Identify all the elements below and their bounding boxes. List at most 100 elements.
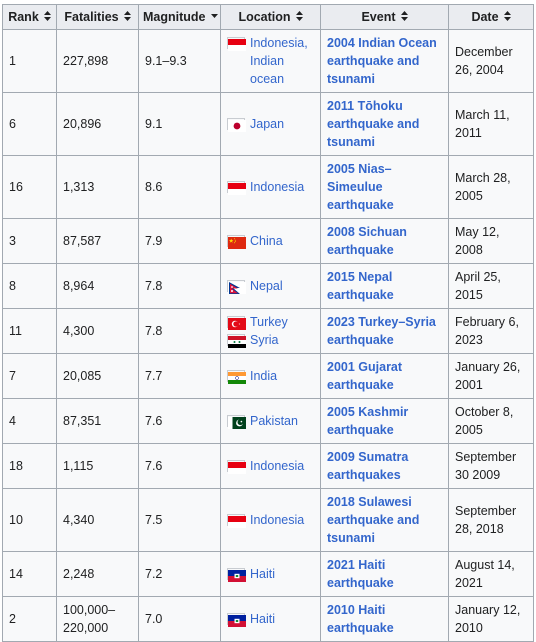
header-location-label: Location <box>238 9 291 24</box>
table-body: 1 227,898 9.1–9.3 Indonesia, Indian ocean 20… <box>2 29 534 642</box>
event-link[interactable]: 2018 Sulawesi earthquake and tsunami <box>327 495 419 545</box>
location-link[interactable]: Haiti <box>250 565 275 583</box>
magnitude-cell: 7.5 <box>138 488 221 552</box>
fatalities-value: 220,000 <box>63 621 109 635</box>
fatalities-value: 8,964 <box>63 279 95 293</box>
rank-cell: 7 <box>2 353 57 399</box>
location-cell: Indonesia <box>220 488 321 552</box>
sort-descending-icon[interactable] <box>210 10 218 24</box>
fatalities-cell: 4,340 <box>56 488 139 552</box>
date-cell: December 26, 2004 <box>448 29 534 93</box>
event-cell: 2015 Nepal earthquake <box>320 263 449 309</box>
date-cell: October 8, 2005 <box>448 398 534 444</box>
location-link[interactable]: China <box>250 232 283 250</box>
fatalities-cell: 20,896 <box>56 92 139 156</box>
event-cell: 2005 Nias–Simeulue earthquake <box>320 155 449 219</box>
location-link[interactable]: Turkey <box>250 313 288 331</box>
date-cell: February 6, 2023 <box>448 308 534 354</box>
header-event[interactable]: Event <box>320 4 449 30</box>
event-cell: 2001 Gujarat earthquake <box>320 353 449 399</box>
event-link[interactable]: 2023 Turkey–Syria earthquake <box>327 315 436 347</box>
sort-both-icon[interactable] <box>503 10 511 24</box>
header-rank-label: Rank <box>8 9 39 24</box>
event-cell: 2009 Sumatra earthquakes <box>320 443 449 489</box>
fatalities-value: 100,000– <box>63 603 116 617</box>
location-cell: Japan <box>220 92 321 156</box>
table-row: 14 2,248 7.2 Haiti 2021 Haiti earthquake Augu… <box>2 551 534 597</box>
haiti-flag-icon <box>227 568 246 582</box>
turkey-flag-icon <box>227 316 246 330</box>
sort-both-icon[interactable] <box>43 10 51 24</box>
table-row: 11 4,300 7.8 Turkey Syria 2023 Turkey–Syria e… <box>2 308 534 354</box>
header-row: Rank Fatalities Magnitude Location Event… <box>2 4 534 30</box>
event-link[interactable]: 2021 Haiti earthquake <box>327 558 394 590</box>
nepal-flag-icon <box>227 280 246 294</box>
event-link[interactable]: 2001 Gujarat earthquake <box>327 360 402 392</box>
rank-cell: 4 <box>2 398 57 444</box>
table-row: 4 87,351 7.6 Pakistan 2005 Kashmir earthquak… <box>2 398 534 444</box>
header-rank[interactable]: Rank <box>2 4 57 30</box>
event-link[interactable]: 2010 Haiti earthquake <box>327 603 394 635</box>
header-magnitude[interactable]: Magnitude <box>138 4 221 30</box>
location-link[interactable]: Indonesia <box>250 511 304 529</box>
table-row: 2 100,000– 220,000 7.0 Haiti 2010 Haiti earth… <box>2 596 534 642</box>
location-link[interactable]: India <box>250 367 277 385</box>
magnitude-cell: 7.7 <box>138 353 221 399</box>
event-link[interactable]: 2004 Indian Ocean earthquake and tsunami <box>327 36 437 86</box>
event-link[interactable]: 2015 Nepal earthquake <box>327 270 394 302</box>
location-link[interactable]: Pakistan <box>250 412 298 430</box>
event-cell: 2005 Kashmir earthquake <box>320 398 449 444</box>
location-cell: Turkey Syria <box>220 308 321 354</box>
rank-cell: 18 <box>2 443 57 489</box>
header-fatalities[interactable]: Fatalities <box>56 4 139 30</box>
magnitude-cell: 7.6 <box>138 443 221 489</box>
rank-cell: 11 <box>2 308 57 354</box>
sort-both-icon[interactable] <box>400 10 408 24</box>
rank-cell: 2 <box>2 596 57 642</box>
event-link[interactable]: 2011 Tōhoku earthquake and tsunami <box>327 99 419 149</box>
table-row: 16 1,313 8.6 Indonesia 2005 Nias–Simeulue ea… <box>2 155 534 219</box>
location-link[interactable]: Japan <box>250 115 284 133</box>
location-link[interactable]: Indonesia <box>250 457 304 475</box>
fatalities-cell: 2,248 <box>56 551 139 597</box>
location-cell: Indonesia, Indian ocean <box>220 29 321 93</box>
fatalities-value: 1,115 <box>63 459 94 473</box>
haiti-flag-icon <box>227 613 246 627</box>
rank-cell: 8 <box>2 263 57 309</box>
event-link[interactable]: 2005 Kashmir earthquake <box>327 405 408 437</box>
location-link[interactable]: Syria <box>250 331 278 349</box>
fatalities-value: 87,587 <box>63 234 102 248</box>
date-cell: September 30 2009 <box>448 443 534 489</box>
date-cell: January 12, 2010 <box>448 596 534 642</box>
fatalities-cell: 4,300 <box>56 308 139 354</box>
event-link[interactable]: 2009 Sumatra earthquakes <box>327 450 408 482</box>
table-row: 3 87,587 7.9 China 2008 Sichuan earthquake Ma… <box>2 218 534 264</box>
location-link[interactable]: Haiti <box>250 610 275 628</box>
sort-both-icon[interactable] <box>123 10 131 24</box>
magnitude-cell: 7.0 <box>138 596 221 642</box>
event-cell: 2004 Indian Ocean earthquake and tsunami <box>320 29 449 93</box>
header-location[interactable]: Location <box>220 4 321 30</box>
magnitude-cell: 7.6 <box>138 398 221 444</box>
location-link[interactable]: Indonesia, Indian ocean <box>250 34 314 88</box>
table-row: 6 20,896 9.1 Japan 2011 Tōhoku earthquake an… <box>2 92 534 156</box>
syria-flag-icon <box>227 334 246 348</box>
fatalities-cell: 227,898 <box>56 29 139 93</box>
location-link[interactable]: Indonesia <box>250 178 304 196</box>
event-cell: 2023 Turkey–Syria earthquake <box>320 308 449 354</box>
japan-flag-icon <box>227 118 246 132</box>
location-cell: Pakistan <box>220 398 321 444</box>
header-date-label: Date <box>471 9 499 24</box>
header-date[interactable]: Date <box>448 4 534 30</box>
location-cell: Indonesia <box>220 443 321 489</box>
header-event-label: Event <box>361 9 396 24</box>
sort-both-icon[interactable] <box>295 10 303 24</box>
magnitude-cell: 9.1–9.3 <box>138 29 221 93</box>
event-link[interactable]: 2008 Sichuan earthquake <box>327 225 407 257</box>
date-cell: August 14, 2021 <box>448 551 534 597</box>
table-row: 18 1,115 7.6 Indonesia 2009 Sumatra earthqua… <box>2 443 534 489</box>
location-link[interactable]: Nepal <box>250 277 283 295</box>
event-link[interactable]: 2005 Nias–Simeulue earthquake <box>327 162 394 212</box>
location-cell: Haiti <box>220 596 321 642</box>
indonesia-flag-icon <box>227 37 246 51</box>
